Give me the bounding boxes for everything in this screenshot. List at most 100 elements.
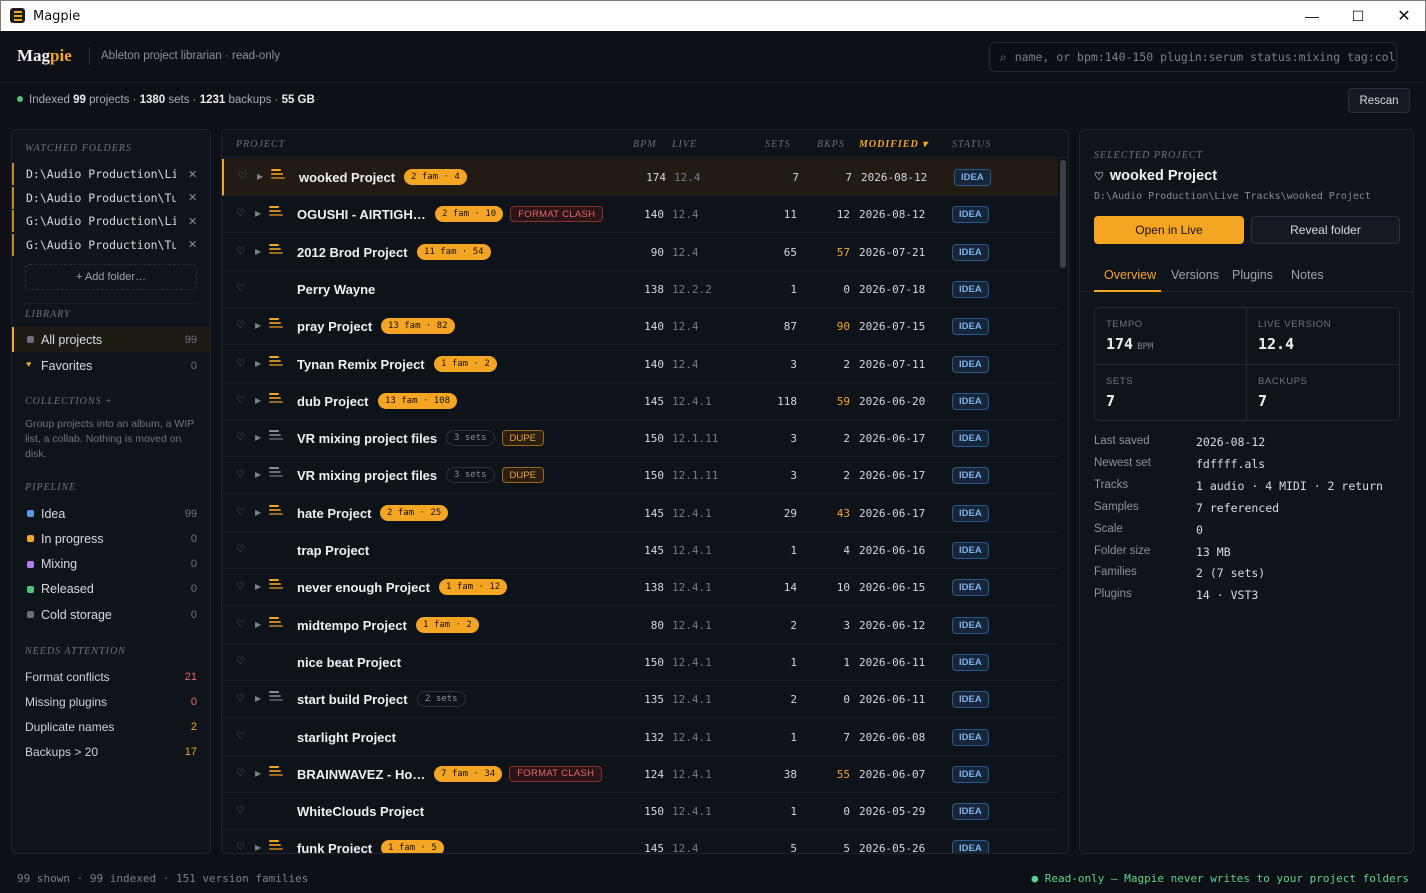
- attention-item[interactable]: Duplicate names 2: [25, 717, 197, 737]
- watched-folder-item[interactable]: G:\Audio Production\Live Tracks ✕: [12, 210, 210, 232]
- table-row[interactable]: ♡ ▶ VR mixing project files 3 sets DUPE 150 12…: [222, 420, 1058, 458]
- expand-arrow-icon[interactable]: ▶: [257, 172, 263, 181]
- status-badge[interactable]: IDEA: [952, 840, 989, 853]
- tab-overview[interactable]: Overview: [1104, 268, 1156, 282]
- expand-arrow-icon[interactable]: ▶: [255, 247, 261, 256]
- favorite-heart-icon[interactable]: ♡: [1094, 171, 1104, 183]
- table-row[interactable]: ♡ ▶ pray Project 13 fam · 82 140 12.4 87 90 2026…: [222, 308, 1058, 346]
- table-scrollbar[interactable]: [1060, 160, 1066, 268]
- rescan-button[interactable]: Rescan: [1348, 88, 1410, 113]
- status-badge[interactable]: IDEA: [952, 765, 989, 783]
- maximize-icon[interactable]: ☐: [1335, 1, 1381, 31]
- expand-arrow-icon[interactable]: ▶: [255, 470, 261, 479]
- favorite-heart-icon[interactable]: ♡: [236, 507, 245, 518]
- table-row[interactable]: ♡ ▶ Tynan Remix Project 1 fam · 2 140 12.4 3 2 2…: [222, 346, 1058, 383]
- status-badge[interactable]: IDEA: [952, 542, 989, 559]
- table-row[interactable]: ♡ ▶ start build Project 2 sets 135 12.4.1 2 0 20…: [222, 681, 1058, 719]
- table-row[interactable]: ♡ ▶ dub Project 13 fam · 108 145 12.4.1 118 59 2…: [222, 383, 1058, 420]
- status-badge[interactable]: IDEA: [952, 616, 989, 634]
- table-row[interactable]: ♡ ▶ midtempo Project 1 fam · 2 80 12.4.1 2 3 202…: [222, 607, 1058, 644]
- col-status[interactable]: STATUS: [952, 139, 991, 150]
- sidebar-item-favorites[interactable]: ♥ Favorites 0: [12, 353, 210, 378]
- search-input[interactable]: ⌕ name, or bpm:140-150 plugin:serum stat…: [989, 42, 1397, 72]
- open-in-live-button[interactable]: Open in Live: [1094, 216, 1244, 244]
- pipeline-item-in-progress[interactable]: In progress 0: [12, 526, 210, 551]
- favorite-heart-icon[interactable]: ♡: [236, 320, 245, 331]
- status-badge[interactable]: IDEA: [954, 169, 991, 186]
- favorite-heart-icon[interactable]: ♡: [236, 283, 245, 294]
- tab-versions[interactable]: Versions: [1171, 268, 1219, 282]
- col-project[interactable]: PROJECT: [236, 139, 285, 150]
- expand-arrow-icon[interactable]: ▶: [255, 209, 261, 218]
- pipeline-item-idea[interactable]: Idea 99: [12, 501, 210, 526]
- table-row[interactable]: ♡ starlight Project 132 12.4.1 1 7 2026-06-08 I…: [222, 719, 1058, 756]
- reveal-folder-button[interactable]: Reveal folder: [1251, 216, 1400, 244]
- tab-plugins[interactable]: Plugins: [1232, 268, 1273, 282]
- table-row[interactable]: ♡ ▶ funk Project 1 fam · 5 145 12.4 5 5 2026-05-…: [222, 830, 1058, 853]
- attention-item[interactable]: Format conflicts 21: [25, 667, 197, 687]
- expand-arrow-icon[interactable]: ▶: [255, 582, 261, 591]
- favorite-heart-icon[interactable]: ♡: [236, 581, 245, 592]
- collections-heading[interactable]: COLLECTIONS +: [25, 396, 113, 407]
- pipeline-item-cold-storage[interactable]: Cold storage 0: [12, 602, 210, 627]
- favorite-heart-icon[interactable]: ♡: [236, 208, 245, 219]
- remove-folder-icon[interactable]: ✕: [188, 168, 197, 181]
- status-badge[interactable]: IDEA: [952, 280, 989, 298]
- col-modified[interactable]: MODIFIED ▾: [859, 139, 928, 150]
- favorite-heart-icon[interactable]: ♡: [236, 768, 245, 779]
- status-badge[interactable]: IDEA: [952, 467, 989, 485]
- pipeline-item-mixing[interactable]: Mixing 0: [12, 552, 210, 577]
- expand-arrow-icon[interactable]: ▶: [255, 769, 261, 778]
- col-live[interactable]: LIVE: [672, 139, 697, 150]
- minimize-icon[interactable]: —: [1289, 1, 1335, 31]
- close-icon[interactable]: ✕: [1381, 1, 1426, 31]
- status-badge[interactable]: IDEA: [952, 728, 989, 746]
- status-badge[interactable]: IDEA: [952, 803, 989, 821]
- favorite-heart-icon[interactable]: ♡: [236, 805, 245, 816]
- expand-arrow-icon[interactable]: ▶: [255, 508, 261, 517]
- watched-folder-item[interactable]: D:\Audio Production\Live Tracks ✕: [12, 163, 210, 185]
- status-badge[interactable]: IDEA: [952, 579, 989, 597]
- status-badge[interactable]: IDEA: [952, 504, 989, 522]
- expand-arrow-icon[interactable]: ▶: [255, 620, 261, 629]
- status-badge[interactable]: IDEA: [952, 691, 989, 709]
- table-row[interactable]: ♡ trap Project 145 12.4.1 1 4 2026-06-16 IDEA: [222, 532, 1058, 569]
- favorite-heart-icon[interactable]: ♡: [236, 731, 245, 742]
- expand-arrow-icon[interactable]: ▶: [255, 843, 261, 852]
- table-row[interactable]: ♡ ▶ 2012 Brod Project 11 fam · 54 90 12.4 65 57…: [222, 234, 1058, 271]
- attention-item[interactable]: Backups > 20 17: [25, 742, 197, 762]
- favorite-heart-icon[interactable]: ♡: [236, 693, 245, 704]
- status-badge[interactable]: IDEA: [952, 206, 989, 224]
- status-badge[interactable]: IDEA: [952, 355, 989, 373]
- favorite-heart-icon[interactable]: ♡: [236, 656, 245, 667]
- table-row[interactable]: ♡ ▶ BRAINWAVEZ - Ho… 7 fam · 34 FORMAT CLASH…: [222, 756, 1058, 793]
- favorite-heart-icon[interactable]: ♡: [238, 171, 247, 182]
- expand-arrow-icon[interactable]: ▶: [255, 694, 261, 703]
- remove-folder-icon[interactable]: ✕: [188, 191, 197, 204]
- favorite-heart-icon[interactable]: ♡: [236, 395, 245, 406]
- table-row[interactable]: ♡ WhiteClouds Project 150 12.4.1 1 0 2026-05-2…: [222, 793, 1058, 831]
- table-row[interactable]: ♡ ▶ wooked Project 2 fam · 4 174 12.4 7 7 2026-0…: [222, 159, 1058, 196]
- favorite-heart-icon[interactable]: ♡: [236, 469, 245, 480]
- favorite-heart-icon[interactable]: ♡: [236, 544, 245, 555]
- status-badge[interactable]: IDEA: [952, 318, 989, 336]
- favorite-heart-icon[interactable]: ♡: [236, 619, 245, 630]
- expand-arrow-icon[interactable]: ▶: [255, 396, 261, 405]
- expand-arrow-icon[interactable]: ▶: [255, 321, 261, 330]
- table-row[interactable]: ♡ ▶ VR mixing project files 3 sets DUPE 150 12…: [222, 457, 1058, 495]
- favorite-heart-icon[interactable]: ♡: [236, 358, 245, 369]
- watched-folder-item[interactable]: D:\Audio Production\Tunes ✕: [12, 186, 210, 209]
- table-row[interactable]: ♡ Perry Wayne 138 12.2.2 1 0 2026-07-18 IDEA: [222, 271, 1058, 308]
- tab-notes[interactable]: Notes: [1291, 268, 1324, 282]
- status-badge[interactable]: IDEA: [952, 243, 989, 261]
- favorite-heart-icon[interactable]: ♡: [236, 246, 245, 257]
- table-row[interactable]: ♡ nice beat Project 150 12.4.1 1 1 2026-06-11 I…: [222, 644, 1058, 681]
- status-badge[interactable]: IDEA: [952, 653, 989, 671]
- status-badge[interactable]: IDEA: [952, 392, 989, 410]
- favorite-heart-icon[interactable]: ♡: [236, 432, 245, 443]
- table-row[interactable]: ♡ ▶ never enough Project 1 fam · 12 138 12.4.…: [222, 569, 1058, 607]
- sidebar-item-all-projects[interactable]: All projects 99: [12, 327, 210, 352]
- attention-item[interactable]: Missing plugins 0: [25, 692, 197, 712]
- expand-arrow-icon[interactable]: ▶: [255, 433, 261, 442]
- remove-folder-icon[interactable]: ✕: [188, 215, 197, 228]
